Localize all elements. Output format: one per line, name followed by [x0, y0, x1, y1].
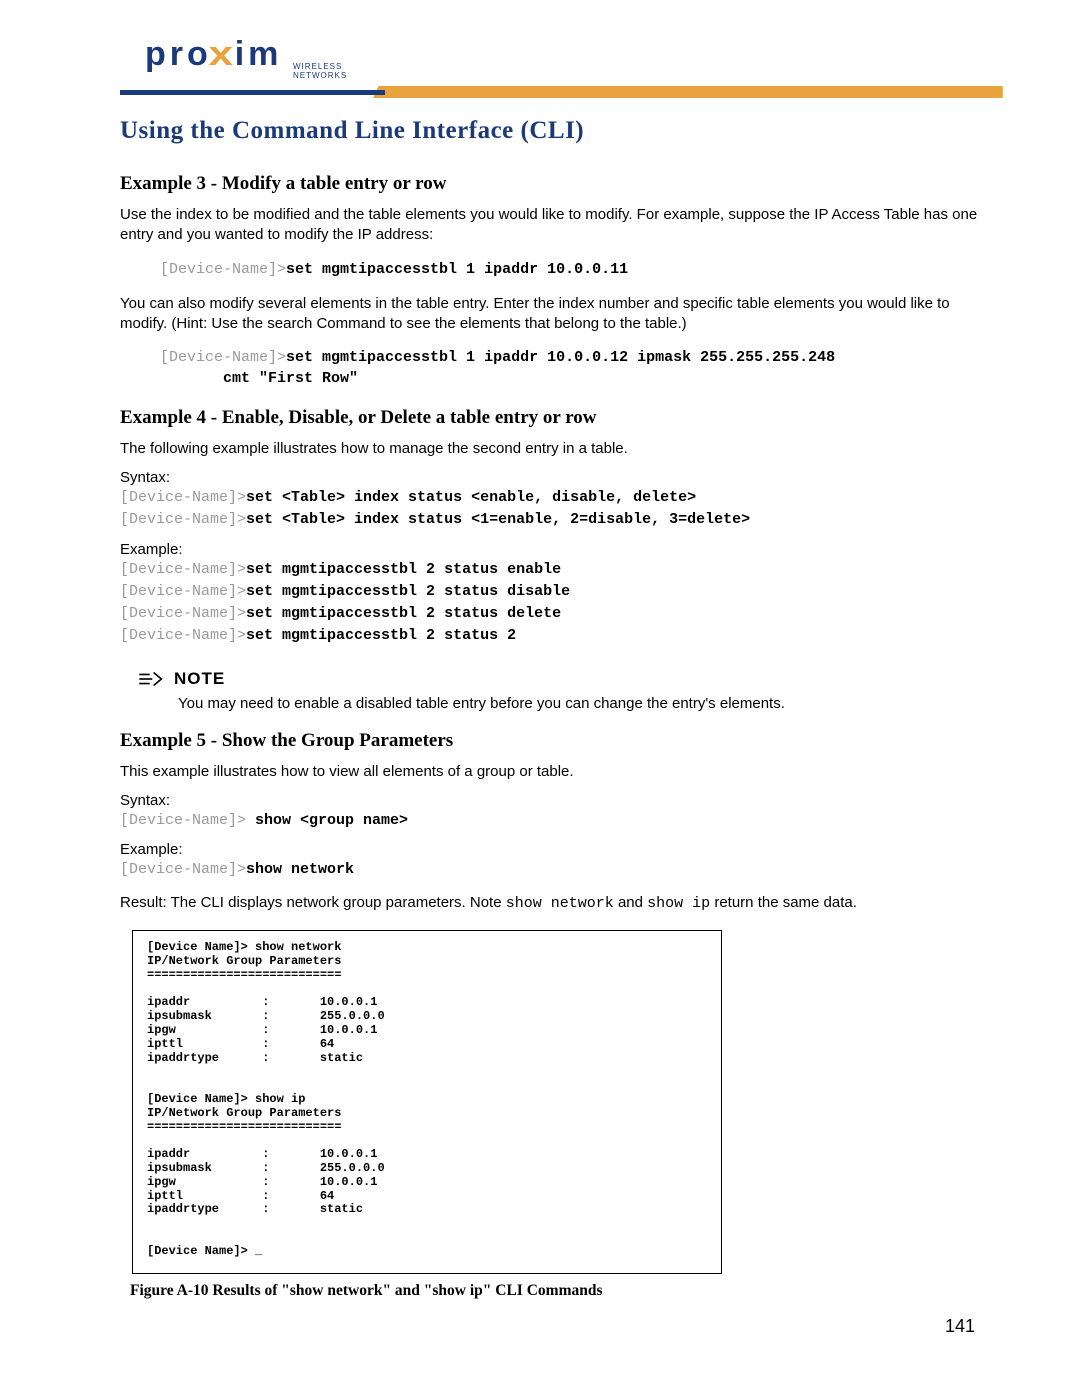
example5-heading: Example 5 - Show the Group Parameters	[120, 730, 980, 752]
figure-caption: Figure A-10 Results of "show network" an…	[130, 1282, 980, 1300]
example5-example-label: Example:	[120, 841, 980, 858]
page-number: 141	[945, 1316, 975, 1337]
logo-subtitle: WIRELESS NETWORKS	[293, 62, 347, 80]
note-body: You may need to enable a disabled table …	[178, 695, 980, 712]
arrow-note-icon	[138, 670, 164, 688]
example3-paragraph-1: Use the index to be modified and the tab…	[120, 205, 980, 246]
cli-output-box: [Device Name]> show network IP/Network G…	[132, 930, 722, 1273]
chapter-title: Using the Command Line Interface (CLI)	[120, 117, 980, 145]
example3-code-1: [Device-Name]>set mgmtipaccesstbl 1 ipad…	[160, 260, 980, 280]
example5-example-cmd: [Device-Name]>show network	[120, 860, 980, 880]
example4-syntax-1: [Device-Name]>set <Table> index status <…	[120, 488, 980, 508]
brand-logo: proxim WIRELESS NETWORKS	[145, 30, 282, 78]
note-label: NOTE	[174, 669, 225, 689]
example3-code-2: [Device-Name]>set mgmtipaccesstbl 1 ipad…	[160, 348, 980, 389]
syntax-label: Syntax:	[120, 469, 980, 486]
example4-cmd-4: [Device-Name]>set mgmtipaccesstbl 2 stat…	[120, 626, 980, 646]
example4-heading: Example 4 - Enable, Disable, or Delete a…	[120, 407, 980, 429]
example5-paragraph: This example illustrates how to view all…	[120, 762, 980, 782]
example5-syntax-label: Syntax:	[120, 792, 980, 809]
example4-paragraph: The following example illustrates how to…	[120, 439, 980, 459]
header-divider	[120, 83, 980, 95]
example4-cmd-3: [Device-Name]>set mgmtipaccesstbl 2 stat…	[120, 604, 980, 624]
example4-cmd-2: [Device-Name]>set mgmtipaccesstbl 2 stat…	[120, 582, 980, 602]
example-label: Example:	[120, 541, 980, 558]
example5-result: Result: The CLI displays network group p…	[120, 894, 980, 912]
example3-paragraph-2: You can also modify several elements in …	[120, 294, 980, 335]
example5-syntax: [Device-Name]> show <group name>	[120, 811, 980, 831]
example4-cmd-1: [Device-Name]>set mgmtipaccesstbl 2 stat…	[120, 560, 980, 580]
example3-heading: Example 3 - Modify a table entry or row	[120, 173, 980, 195]
logo-text: proxim	[145, 35, 282, 74]
note-callout: NOTE	[138, 669, 980, 689]
example4-syntax-2: [Device-Name]>set <Table> index status <…	[120, 510, 980, 530]
page-header: proxim WIRELESS NETWORKS	[120, 30, 980, 95]
